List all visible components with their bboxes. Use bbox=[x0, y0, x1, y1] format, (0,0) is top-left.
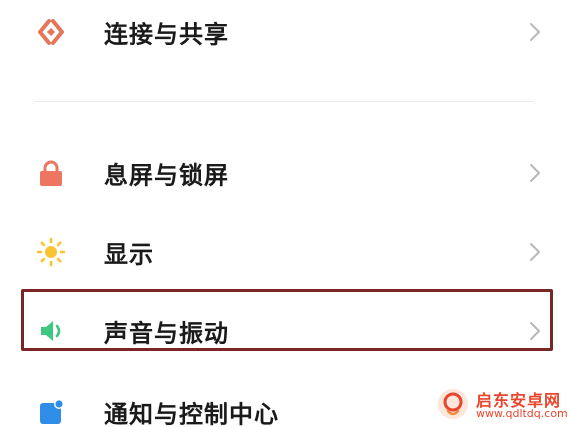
chevron-right-icon bbox=[530, 322, 540, 340]
section-divider bbox=[34, 101, 534, 102]
chevron-right-icon bbox=[530, 164, 540, 182]
settings-item-sound-vibration[interactable]: 声音与振动 bbox=[0, 301, 569, 361]
settings-item-connection-sharing[interactable]: 连接与共享 bbox=[0, 2, 569, 62]
connection-sharing-icon bbox=[34, 15, 68, 49]
lock-icon bbox=[34, 156, 68, 190]
settings-item-lock-screen[interactable]: 息屏与锁屏 bbox=[0, 143, 569, 203]
speaker-icon bbox=[34, 314, 68, 348]
settings-item-label: 息屏与锁屏 bbox=[104, 161, 229, 190]
settings-item-label: 显示 bbox=[104, 240, 154, 269]
watermark-logo-icon bbox=[438, 389, 468, 419]
settings-item-label: 连接与共享 bbox=[104, 20, 229, 49]
settings-page: 连接与共享 息屏与锁屏 显示 声音与振动 通知与控制中心 启东安卓网 www.q… bbox=[0, 0, 569, 427]
sun-icon bbox=[34, 235, 68, 269]
settings-item-label: 声音与振动 bbox=[104, 319, 229, 348]
chevron-right-icon bbox=[530, 23, 540, 41]
notification-icon bbox=[34, 395, 68, 427]
watermark-url: www.qdltdq.com bbox=[476, 407, 568, 420]
site-watermark: 启东安卓网 www.qdltdq.com bbox=[436, 383, 568, 423]
settings-item-display[interactable]: 显示 bbox=[0, 222, 569, 282]
settings-item-label: 通知与控制中心 bbox=[104, 400, 279, 427]
chevron-right-icon bbox=[530, 243, 540, 261]
